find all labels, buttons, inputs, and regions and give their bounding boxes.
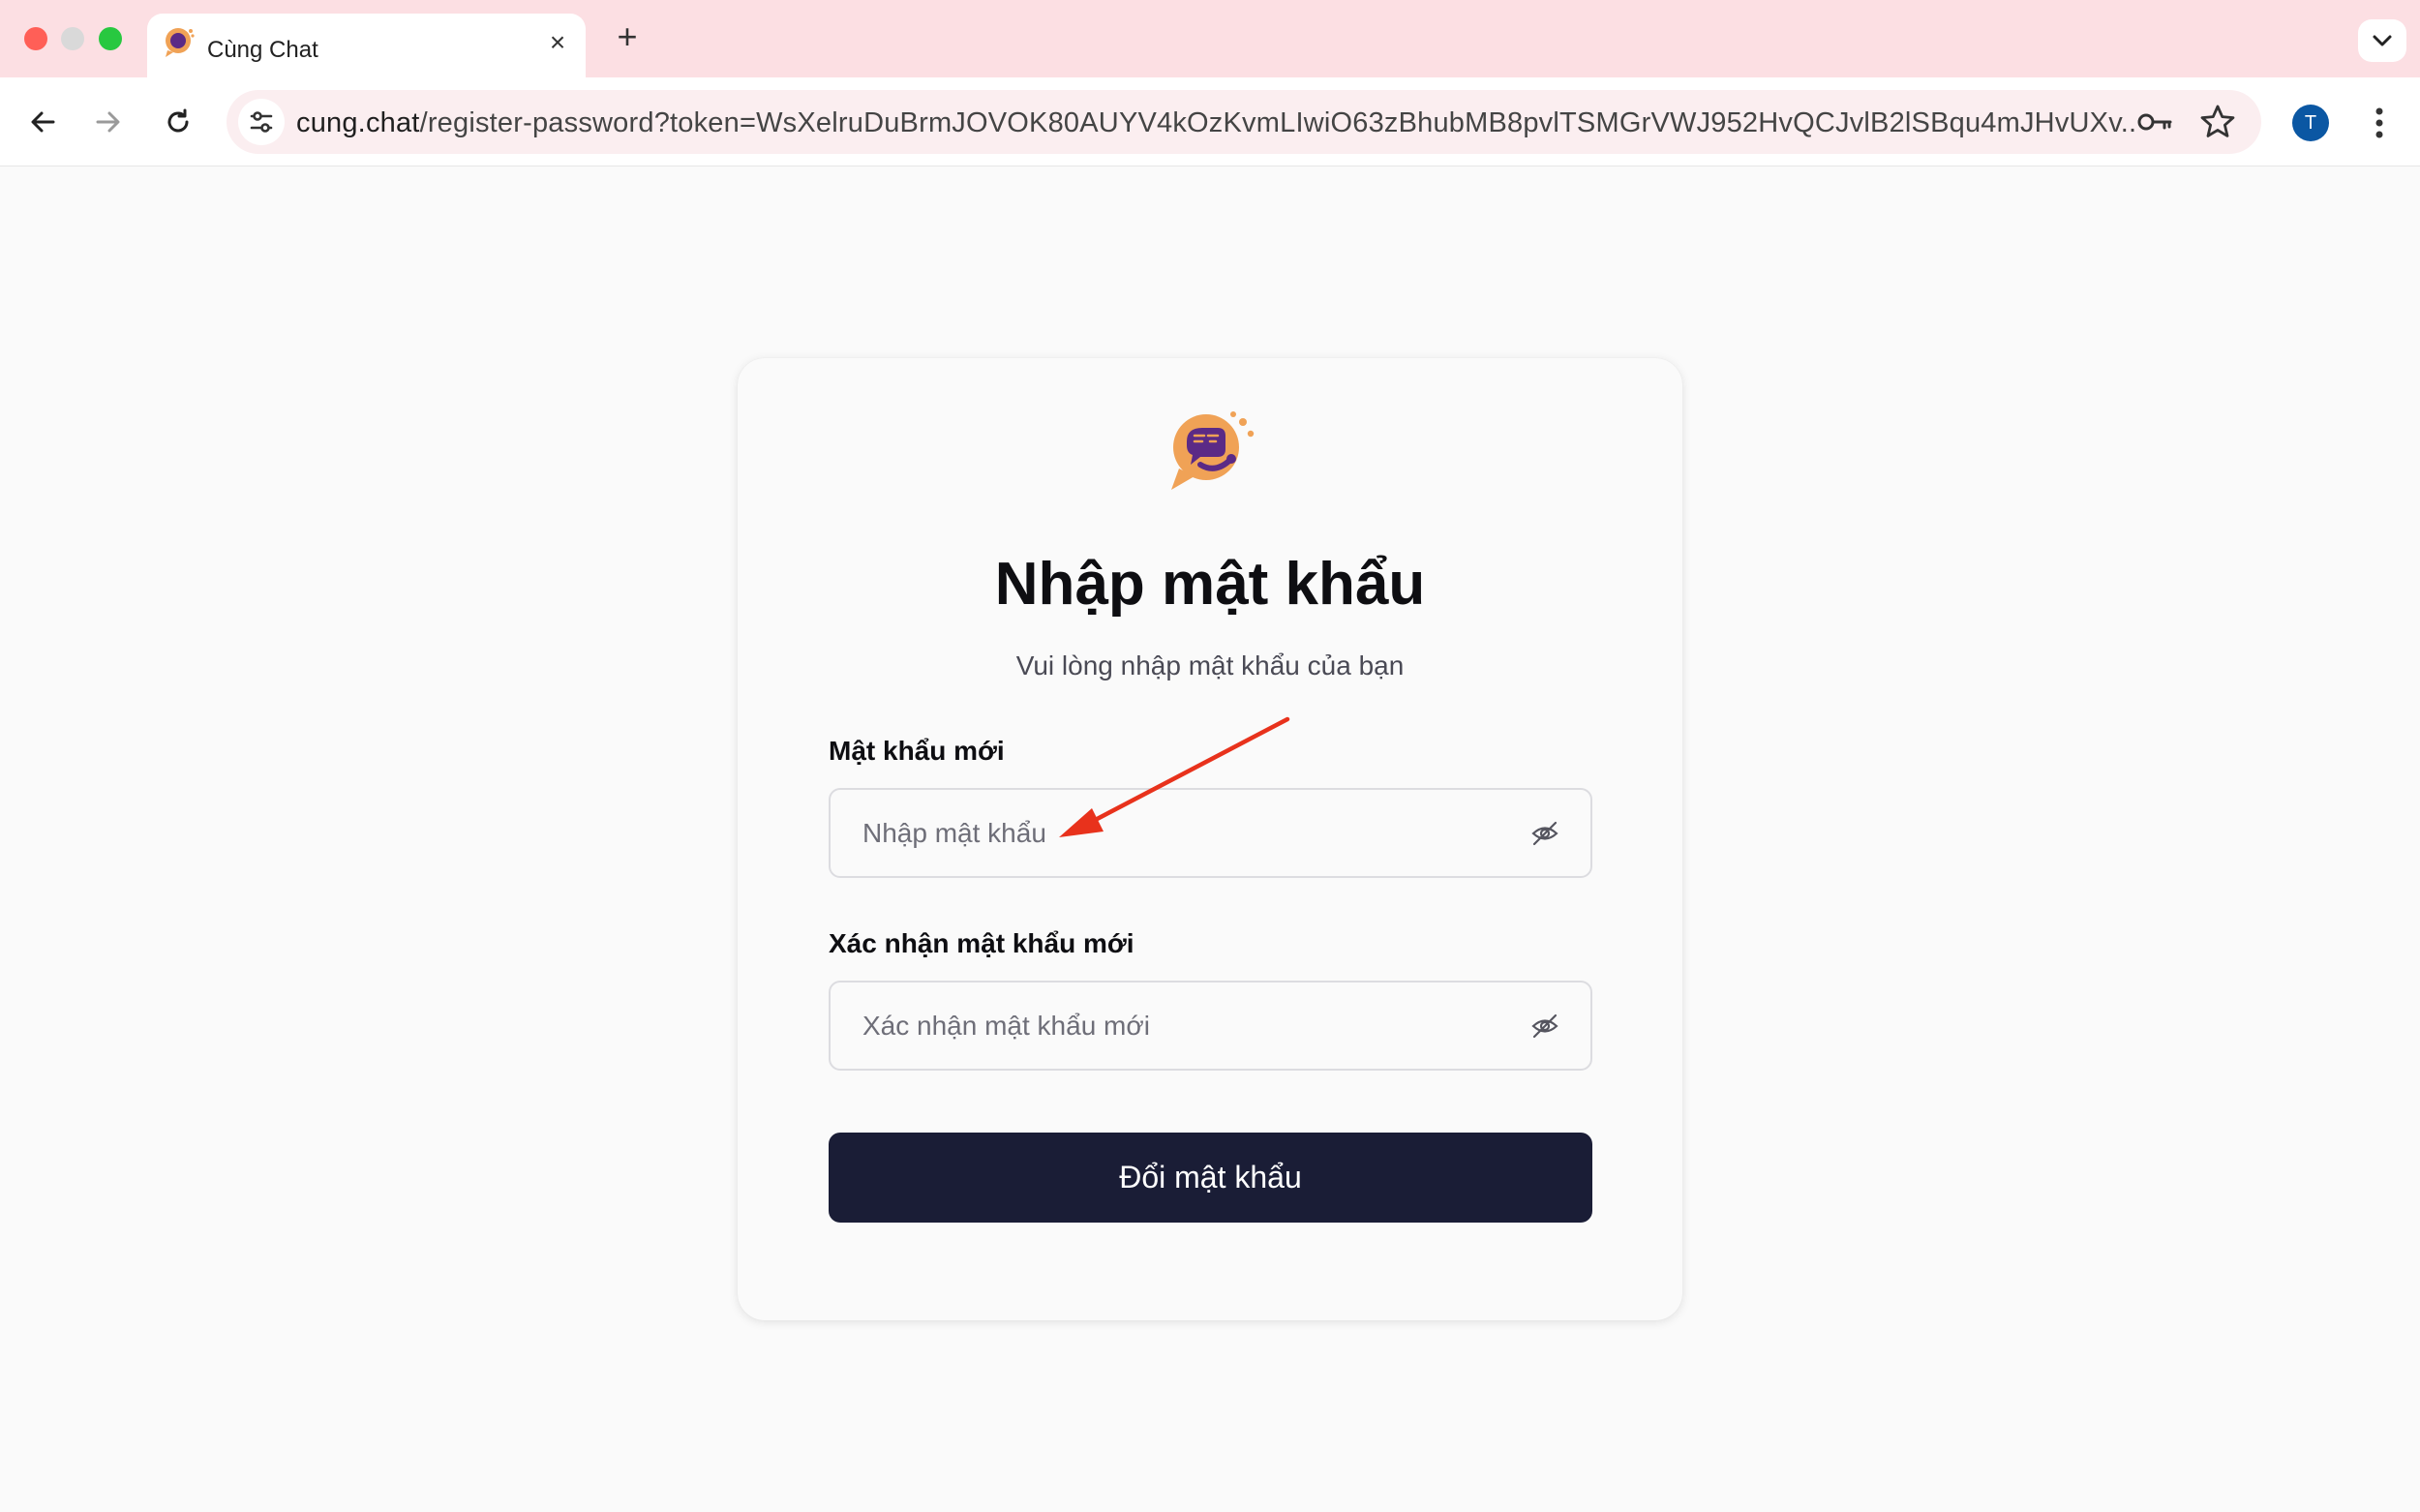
password-card: Nhập mật khẩu Vui lòng nhập mật khẩu của… — [738, 358, 1682, 1320]
forward-button[interactable] — [85, 99, 132, 145]
eye-off-icon[interactable] — [1530, 1012, 1559, 1041]
url-text[interactable]: cung.chat/register-password?token=WsXelr… — [296, 107, 2135, 139]
tune-icon — [250, 111, 273, 133]
page-title: Nhập mật khẩu — [994, 551, 1426, 618]
page-subtitle: Vui lòng nhập mật khẩu của bạn — [1015, 650, 1405, 680]
confirm-password-input[interactable] — [831, 983, 1508, 1069]
confirm-password-field — [829, 981, 1592, 1071]
maximize-window-button[interactable] — [99, 27, 122, 50]
cung-chat-logo-icon — [1171, 411, 1255, 490]
arrow-left-icon — [31, 111, 55, 133]
new-tab-button[interactable]: + — [608, 17, 647, 56]
bookmark-star-icon[interactable] — [2198, 103, 2237, 141]
back-button[interactable] — [19, 99, 66, 145]
reload-icon — [167, 108, 189, 133]
more-vert-icon[interactable] — [2362, 103, 2397, 143]
change-password-button[interactable]: Đổi mật khẩu — [829, 1133, 1592, 1223]
close-window-button[interactable] — [24, 27, 47, 50]
tab-close-icon[interactable]: × — [543, 28, 572, 57]
browser-tab-active[interactable]: Cùng Chat × — [147, 14, 586, 77]
eye-off-icon[interactable] — [1530, 819, 1559, 848]
address-bar[interactable]: cung.chat/register-password?token=WsXelr… — [227, 90, 2261, 154]
browser-tab-strip: Cùng Chat × + — [0, 0, 2420, 77]
confirm-password-label: Xác nhận mật khẩu mới — [829, 928, 1134, 958]
profile-avatar[interactable]: T — [2292, 105, 2329, 141]
tab-search-button[interactable] — [2358, 19, 2406, 62]
chevron-down-icon — [2373, 35, 2392, 46]
url-host: cung.chat — [296, 107, 420, 138]
tab-title: Cùng Chat — [207, 37, 318, 63]
site-info-button[interactable] — [238, 99, 285, 145]
new-password-label: Mật khẩu mới — [829, 736, 1005, 766]
cung-chat-favicon-icon — [166, 28, 195, 57]
new-password-field — [829, 788, 1592, 878]
url-path: /register-password?token=WsXelruDuBrmJOV… — [419, 107, 2135, 138]
new-password-input[interactable] — [831, 790, 1508, 876]
password-key-icon[interactable] — [2135, 105, 2174, 139]
browser-toolbar: cung.chat/register-password?token=WsXelr… — [0, 77, 2420, 166]
arrow-right-icon — [96, 111, 120, 133]
minimize-window-button[interactable] — [61, 27, 84, 50]
reload-button[interactable] — [155, 99, 201, 145]
